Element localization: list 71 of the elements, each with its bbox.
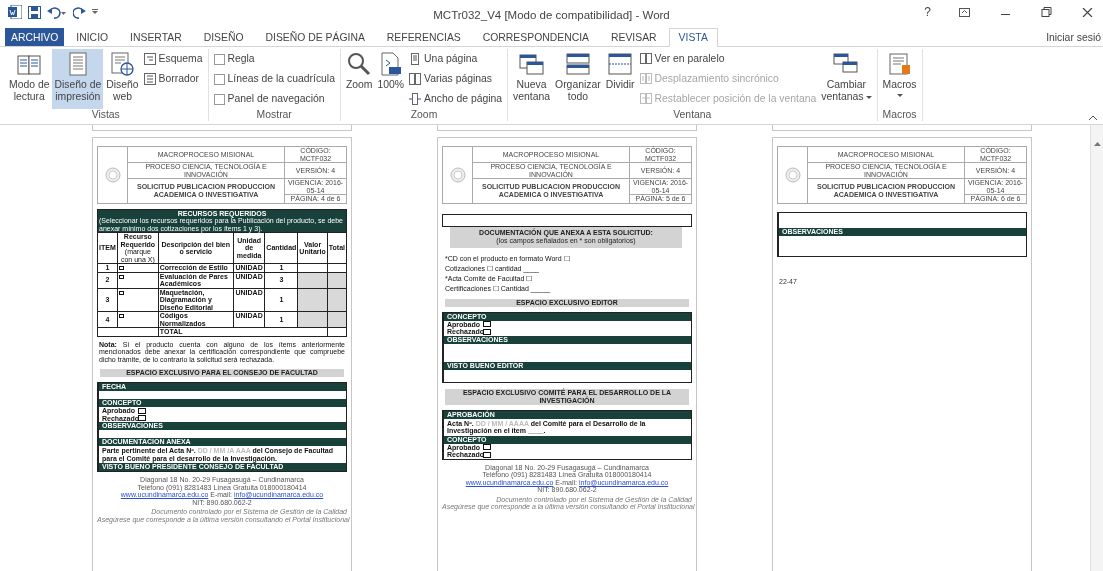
checkbox[interactable] [483, 328, 491, 335]
outline-icon [143, 53, 156, 65]
help-button[interactable]: ? [924, 3, 931, 21]
ribbon-tab[interactable]: DISEÑO [193, 28, 254, 46]
customize-caret-icon[interactable] [92, 9, 99, 15]
checkbox[interactable]: Panel de navegación [211, 90, 337, 108]
macro-icon [886, 52, 913, 76]
ribbon-tab[interactable]: INICIO [66, 28, 119, 46]
ribbon-button[interactable]: Nueva ventana [511, 49, 553, 109]
file-tab[interactable]: ARCHIVO [5, 28, 65, 46]
ribbon-tab[interactable]: REVISAR [601, 28, 667, 46]
checkbox[interactable] [483, 444, 491, 451]
group-label: Macros [881, 109, 918, 121]
ribbon-button[interactable]: Esquema [141, 50, 205, 68]
sync-scroll-icon [639, 73, 652, 85]
window-title: MCTr032_V4 [Modo de compatibilidad] - Word [432, 8, 671, 23]
word-icon[interactable] [8, 5, 22, 19]
ribbon-button[interactable]: Ancho de página [407, 90, 505, 108]
search-icon [346, 52, 373, 76]
seal-icon [104, 166, 121, 183]
reset-position-icon [639, 93, 652, 105]
ribbon-button[interactable]: Una página [407, 50, 505, 68]
checkbox[interactable] [118, 274, 124, 279]
ribbon-button[interactable]: Borrador [141, 70, 205, 88]
ribbon-button[interactable]: Zoom [343, 49, 375, 109]
checkbox[interactable] [483, 451, 491, 458]
new-window-icon [518, 52, 545, 76]
sign-in-link[interactable]: Iniciar sesió [1046, 30, 1101, 46]
one-page-icon [409, 53, 422, 65]
redo-icon[interactable] [73, 5, 86, 19]
arrange-windows-icon [564, 52, 591, 76]
ribbon-button[interactable]: Dividir [603, 49, 637, 109]
ribbon-tab[interactable]: INSERTAR [120, 28, 192, 46]
web-page-icon [109, 52, 136, 76]
split-window-icon [607, 52, 634, 76]
ribbon-tab[interactable]: REFERENCIAS [376, 28, 471, 46]
ribbon-button[interactable]: Modo de lectura [7, 49, 52, 109]
group-label: Mostrar [255, 109, 293, 121]
group-label: Zoom [409, 109, 439, 121]
ribbon-button[interactable]: Diseño web [104, 49, 141, 109]
draft-icon [143, 73, 156, 85]
checkbox[interactable] [483, 321, 491, 328]
save-icon[interactable] [28, 5, 41, 19]
checkbox[interactable]: Regla [211, 50, 337, 68]
ribbon-button[interactable]: Ver en paralelo [637, 50, 819, 68]
collapse-ribbon-icon[interactable] [1089, 115, 1097, 120]
checkbox[interactable] [118, 314, 124, 318]
switch-windows-icon [833, 52, 860, 76]
seal-icon [449, 166, 466, 183]
checkbox[interactable] [138, 407, 146, 414]
side-by-side-icon [639, 53, 652, 65]
ribbon-tab[interactable]: CORRESPONDENCIA [472, 28, 599, 46]
seal-icon [784, 166, 801, 183]
ribbon-button[interactable]: 100% [375, 49, 407, 109]
book-icon [16, 52, 43, 76]
ribbon-tab[interactable]: DISEÑO DE PÁGINA [255, 28, 375, 46]
checkbox[interactable] [118, 266, 124, 270]
group-label: Ventana [672, 109, 713, 121]
ribbon-tab[interactable]: VISTA [668, 28, 718, 47]
ribbon-button[interactable]: Diseño de impresión [52, 49, 104, 109]
ribbon-button[interactable]: Macros [880, 49, 919, 109]
scroll-up-icon[interactable] [1094, 141, 1101, 146]
checkbox[interactable] [118, 290, 124, 295]
checkbox[interactable]: Líneas de la cuadrícula [211, 70, 337, 88]
multiple-pages-icon [409, 73, 422, 85]
undo-icon[interactable] [47, 5, 67, 19]
ribbon-button[interactable]: Organizar todo [553, 49, 603, 109]
group-label: Vistas [90, 109, 121, 121]
ribbon-button[interactable]: Cambiar ventanas [819, 49, 874, 109]
checkbox[interactable] [138, 415, 146, 422]
ribbon-button[interactable]: Varias páginas [407, 70, 505, 88]
